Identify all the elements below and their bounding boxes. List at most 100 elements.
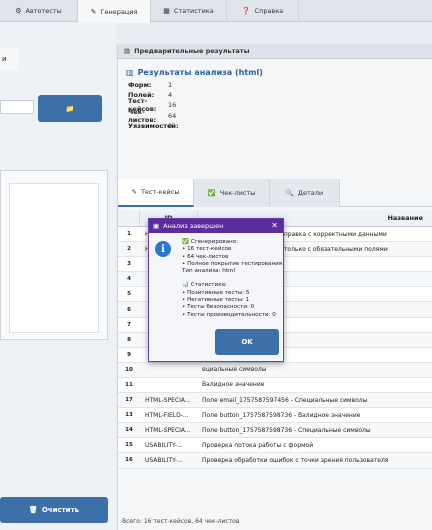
- stat-row: Форм: 1: [128, 80, 176, 90]
- message-line: • 64 чек-листов: [182, 253, 229, 260]
- clear-label: Очистить: [41, 506, 80, 514]
- tab-label: Справка: [254, 7, 284, 15]
- tab-label: Тест-кейсы: [140, 188, 180, 196]
- pencil-icon: ✎: [131, 188, 137, 196]
- tab-checklists[interactable]: ✅ Чек-листы: [194, 179, 270, 207]
- tab-label: Автотесты: [25, 7, 62, 15]
- results-title: ▥ Результаты анализа (html): [126, 68, 263, 77]
- left-content-box: [0, 170, 108, 340]
- chart-icon: ▥: [126, 68, 134, 77]
- message-line: • Негативные тесты: 1: [182, 297, 250, 304]
- window-icon: ▣: [153, 222, 160, 230]
- clear-button[interactable]: 🗑 Очистить: [0, 497, 108, 523]
- browse-button[interactable]: 📁: [38, 95, 102, 122]
- row-name: Валидное значение: [202, 381, 265, 389]
- row-number: 7: [127, 321, 131, 328]
- tab-label: Статистика: [173, 7, 214, 15]
- stat-value: 64: [168, 111, 177, 120]
- row-number: 5: [127, 291, 131, 298]
- search-icon: 🔍: [285, 189, 294, 197]
- pencil-icon: ✎: [90, 7, 97, 16]
- row-number: 3: [127, 261, 131, 268]
- clear-icon: 🗑: [28, 506, 38, 514]
- row-number: 8: [127, 336, 131, 343]
- stat-value: 16: [168, 101, 177, 110]
- row-number: 16: [125, 457, 133, 464]
- table-row[interactable]: 15 USABILITY-... Проверка потока работы с …: [118, 438, 432, 454]
- table-footer: Всего: 16 тест-кейсов, 64 чек-листов: [122, 518, 240, 525]
- left-subtab-label: и: [2, 55, 7, 63]
- tab-label: Детали: [297, 189, 324, 197]
- folder-icon: 📁: [65, 104, 75, 113]
- dialog-title: Анализ завершен: [163, 222, 224, 230]
- row-name: Проверка обработки ошибок с точки зрения…: [202, 456, 389, 464]
- tab-generation[interactable]: ✎ Генерация: [78, 0, 151, 23]
- table-row[interactable]: 10 ециальные символы: [118, 362, 432, 378]
- results-header-label: Предварительные результаты: [134, 47, 250, 55]
- analysis-complete-dialog: ▣ Анализ завершен ✕ i ✅ Сгенерировано: •…: [148, 218, 284, 362]
- ok-button[interactable]: OK: [215, 329, 279, 355]
- message-line: • Полное покрытие тестирования: [182, 260, 283, 267]
- stat-value: 1: [168, 81, 173, 90]
- results-stats: Форм: 1 Полей: 4 Тест-кейсов: 16 Чек-листов…: [128, 80, 179, 131]
- row-id: HTML-SPECIA...: [145, 396, 191, 404]
- message-line: • 16 тест-кейсов: [182, 246, 232, 253]
- row-number: 10: [125, 366, 133, 373]
- row-number: 1: [127, 231, 131, 238]
- stat-value: 0: [168, 121, 173, 130]
- tab-label: Генерация: [100, 7, 138, 16]
- table-row[interactable]: 11 Валидное значение: [118, 377, 432, 394]
- stat-key: Форм:: [128, 81, 152, 90]
- row-number-header: [118, 210, 140, 226]
- stat-row: Чек-листов: 64: [128, 108, 177, 124]
- message-line: • Тесты производительности: 0: [182, 311, 276, 318]
- tab-help[interactable]: ❓ Справка: [227, 0, 299, 22]
- message-line: • Тесты безопасности: 0: [182, 304, 255, 311]
- row-number: 4: [127, 276, 131, 283]
- row-name: Поле button_1757587598736 - Валидное зна…: [202, 411, 361, 419]
- gear-icon: ⚙: [15, 7, 22, 15]
- check-icon: ✅: [207, 189, 216, 197]
- row-id: USABILITY-...: [145, 441, 183, 449]
- row-number: 2: [127, 246, 131, 253]
- dialog-message: ✅ Сгенерировано: • 16 тест-кейсов • 64 ч…: [182, 239, 282, 319]
- tab-details[interactable]: 🔍 Детали: [270, 179, 340, 207]
- tab-autotests[interactable]: ⚙ Автотесты: [0, 0, 78, 22]
- main-tab-bar: ⚙ Автотесты ✎ Генерация ▦ Статистика ❓ С…: [0, 0, 432, 23]
- info-icon: i: [155, 241, 171, 257]
- row-number: 9: [127, 351, 131, 358]
- table-row[interactable]: 14 HTML-SPECIA... Поле button_175758759873…: [118, 423, 432, 439]
- tab-test-cases[interactable]: ✎ Тест-кейсы: [118, 179, 194, 207]
- chart-icon: ▦: [163, 7, 170, 15]
- left-content-area[interactable]: [9, 183, 99, 333]
- file-path-input[interactable]: [0, 100, 34, 114]
- row-name: ециальные символы: [202, 366, 267, 374]
- row-name: Поле email_1757587597456 - Специальные с…: [202, 396, 368, 404]
- message-line: 📊 Статистика:: [182, 282, 227, 289]
- left-panel: и 📁 🗑 Очистить: [0, 22, 116, 530]
- table-row[interactable]: 13 HTML-FIELD-... Поле button_175758759873…: [118, 408, 432, 424]
- stat-key: Уязвимостей:: [128, 121, 179, 130]
- row-number: 11: [125, 381, 133, 388]
- tab-label: Чек-листы: [219, 189, 256, 197]
- panel-icon: ▤: [124, 47, 131, 55]
- table-row[interactable]: 16 USABILITY-... Проверка обработки ошибок…: [118, 453, 432, 469]
- row-number: 15: [125, 442, 133, 449]
- row-number: 13: [125, 412, 133, 419]
- row-name: Проверка потока работы с формой: [202, 441, 314, 449]
- dialog-title-bar: ▣ Анализ завершен ✕: [149, 219, 283, 233]
- tab-statistics[interactable]: ▦ Статистика: [151, 0, 227, 22]
- row-id: HTML-SPECIA...: [145, 426, 191, 434]
- table-row[interactable]: 17 HTML-SPECIA... Поле email_1757587597456…: [118, 393, 432, 409]
- left-subtab[interactable]: и: [0, 48, 18, 70]
- question-icon: ❓: [241, 7, 251, 15]
- results-title-label: Результаты анализа (html): [137, 68, 263, 77]
- stat-value: 4: [168, 91, 173, 100]
- results-header: ▤ Предварительные результаты: [118, 44, 432, 59]
- close-icon[interactable]: ✕: [271, 221, 278, 230]
- row-number: 6: [127, 306, 131, 313]
- row-number: 14: [125, 427, 133, 434]
- message-line: • Позитивные тесты: 5: [182, 289, 250, 296]
- results-tabs: ✎ Тест-кейсы ✅ Чек-листы 🔍 Детали: [118, 179, 432, 207]
- row-id: USABILITY-...: [145, 456, 183, 464]
